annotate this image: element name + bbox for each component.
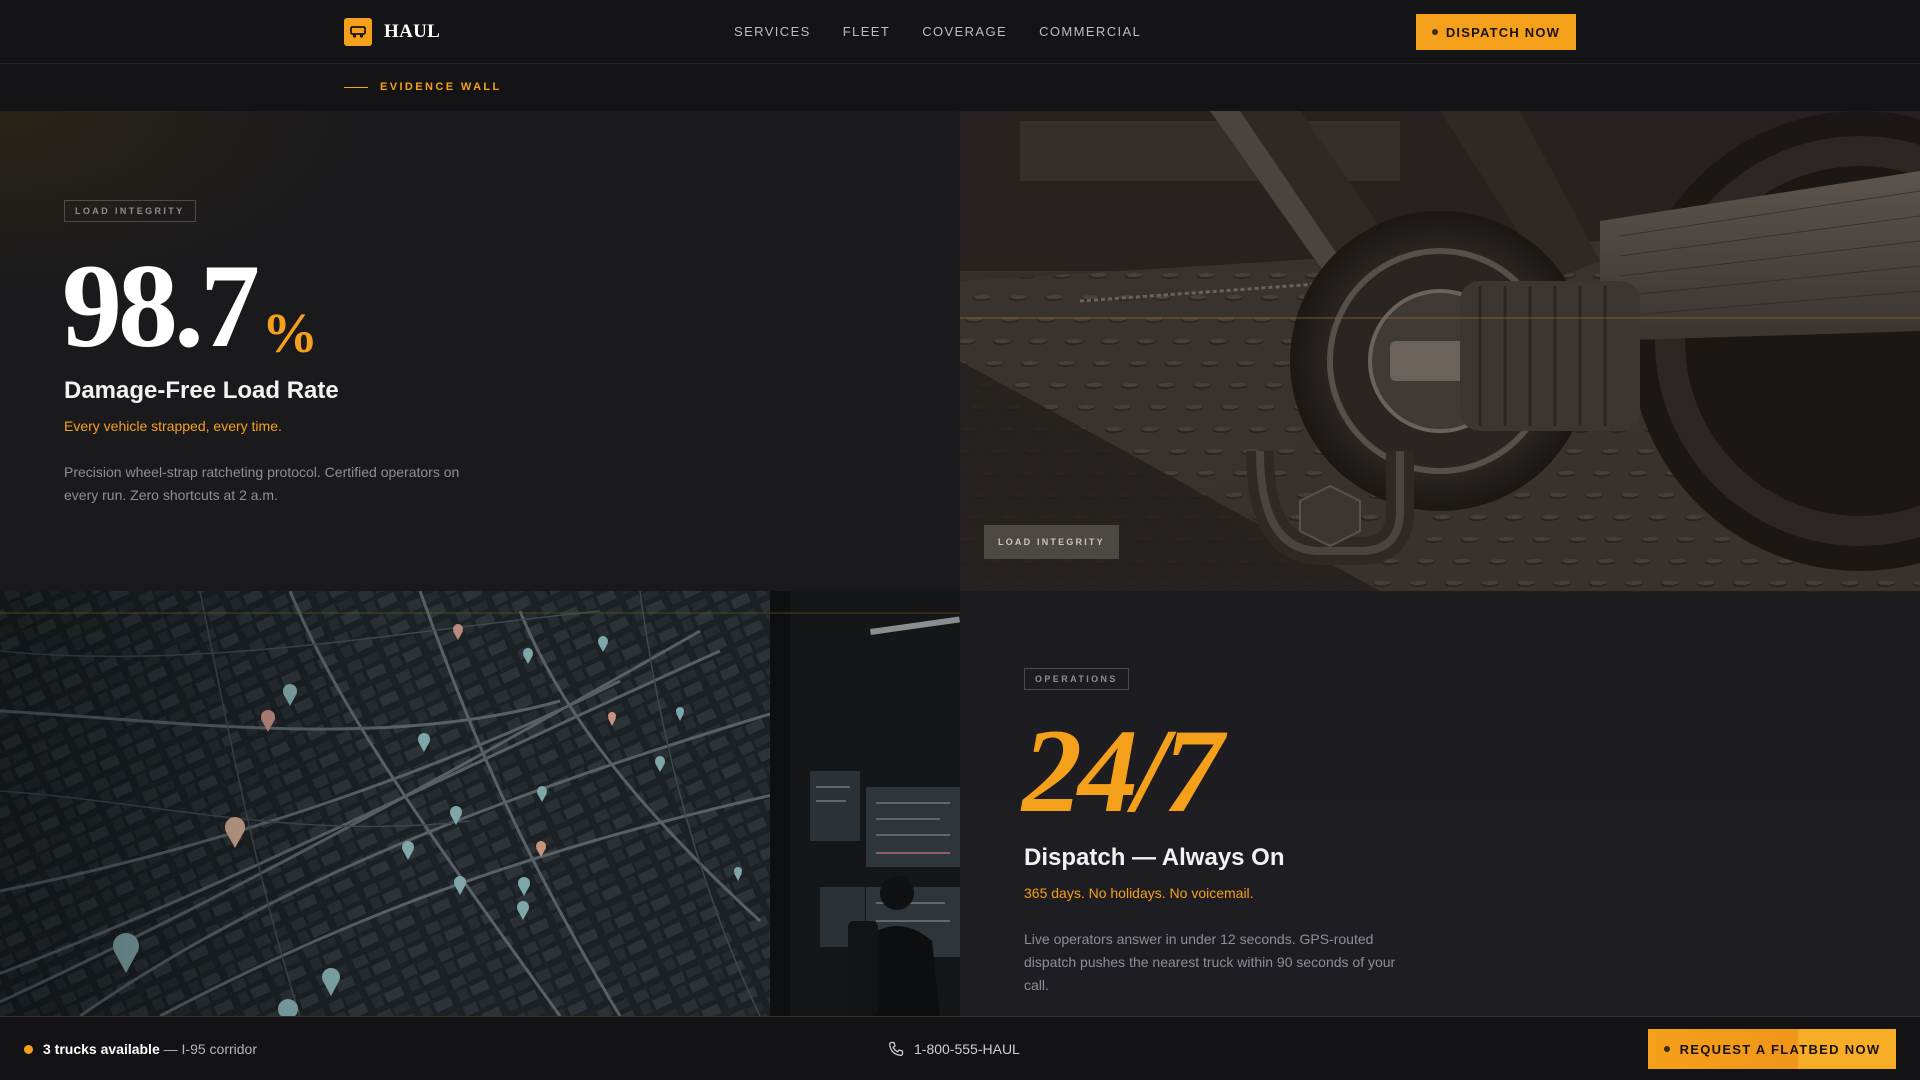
nav-link-fleet[interactable]: FLEET bbox=[843, 24, 890, 39]
load-rate-title: Damage-Free Load Rate bbox=[64, 377, 339, 404]
operations-panel: OPERATIONS 24/7 Dispatch — Always On 365… bbox=[960, 591, 1920, 1016]
phone-link[interactable]: 1-800-555-HAUL bbox=[888, 1041, 1020, 1057]
dot-icon bbox=[1663, 1046, 1670, 1052]
photo-tag-load-integrity: LOAD INTEGRITY bbox=[984, 525, 1119, 559]
operations-title: Dispatch — Always On bbox=[1024, 844, 1285, 871]
strap-ratchet-photo: LOAD INTEGRITY bbox=[960, 111, 1920, 591]
availability-count: 3 trucks available bbox=[43, 1041, 160, 1057]
dot-icon bbox=[1431, 29, 1438, 35]
request-flatbed-button[interactable]: REQUEST A FLATBED NOW bbox=[1648, 1029, 1896, 1069]
phone-number: 1-800-555-HAUL bbox=[914, 1041, 1020, 1057]
dispatch-now-button[interactable]: DISPATCH NOW bbox=[1416, 14, 1576, 50]
load-rate-value: 98.7 bbox=[62, 239, 260, 372]
nav-link-commercial[interactable]: COMMERCIAL bbox=[1039, 24, 1141, 39]
load-integrity-panel: LOAD INTEGRITY 98.7 % Damage-Free Load R… bbox=[0, 111, 960, 591]
load-rate-unit: % bbox=[262, 303, 318, 365]
nav-link-coverage[interactable]: COVERAGE bbox=[922, 24, 1007, 39]
availability-corridor: — I-95 corridor bbox=[159, 1041, 257, 1057]
nav-links: SERVICES FLEET COVERAGE COMMERCIAL bbox=[734, 24, 1141, 39]
sticky-bottom-bar: 3 trucks available — I-95 corridor 1-800… bbox=[0, 1016, 1920, 1080]
operations-value: 24/7 bbox=[1022, 704, 1223, 837]
load-integrity-tag: LOAD INTEGRITY bbox=[64, 200, 196, 222]
section-eyebrow: EVIDENCE WALL bbox=[344, 81, 502, 93]
load-rate-subtitle: Every vehicle strapped, every time. bbox=[64, 418, 282, 434]
brand-name: HAUL bbox=[384, 21, 441, 42]
top-nav: HAUL SERVICES FLEET COVERAGE COMMERCIAL … bbox=[0, 0, 1920, 64]
dispatch-map-illustration bbox=[0, 591, 960, 1016]
dispatch-now-label: DISPATCH NOW bbox=[1445, 24, 1561, 40]
load-rate-body: Precision wheel-strap ratcheting protoco… bbox=[64, 464, 460, 503]
dispatch-map-photo bbox=[0, 591, 960, 1016]
eyebrow-text: EVIDENCE WALL bbox=[380, 81, 502, 93]
truck-icon bbox=[344, 18, 372, 46]
eyebrow-rule bbox=[344, 86, 368, 88]
status-dot-icon bbox=[24, 1044, 33, 1054]
logo[interactable]: HAUL bbox=[344, 18, 440, 46]
phone-icon bbox=[889, 1041, 904, 1056]
operations-tag: OPERATIONS bbox=[1024, 668, 1129, 690]
operations-body: Live operators answer in under 12 second… bbox=[1024, 931, 1396, 993]
strap-ratchet-illustration bbox=[960, 111, 1920, 591]
availability-status: 3 trucks available — I-95 corridor bbox=[24, 1041, 257, 1057]
operations-subtitle: 365 days. No holidays. No voicemail. bbox=[1024, 885, 1254, 901]
load-rate-figure: 98.7 % bbox=[62, 246, 318, 366]
request-flatbed-label: REQUEST A FLATBED NOW bbox=[1679, 1041, 1881, 1057]
nav-link-services[interactable]: SERVICES bbox=[734, 24, 811, 39]
page: HAUL SERVICES FLEET COVERAGE COMMERCIAL … bbox=[0, 0, 1920, 1080]
